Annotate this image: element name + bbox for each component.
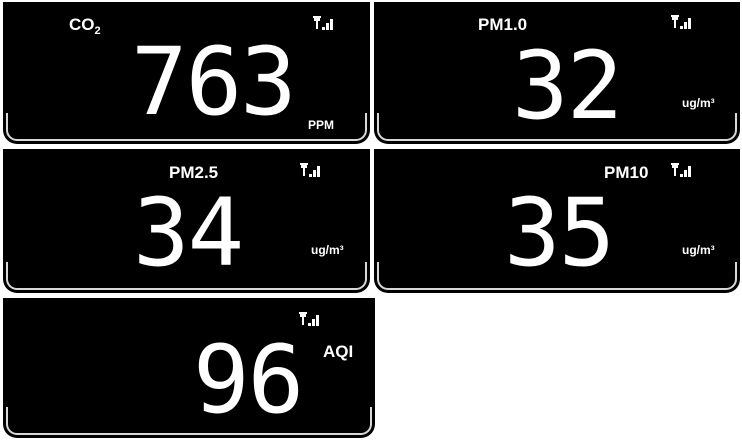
pm1-label: PM1.0 (478, 15, 528, 34)
co2-label: CO2 (69, 15, 101, 37)
pm1-panel: PM1.0 32 ug/m³ (374, 2, 740, 144)
co2-value: 763 (131, 28, 297, 137)
pm25-panel: PM2.5 34 ug/m³ (3, 149, 370, 293)
aqi-panel: 96 AQI (3, 298, 375, 438)
co2-panel: CO2 763 PPM (3, 2, 370, 144)
signal-strength-icon (671, 15, 695, 31)
aqi-unit: AQI (323, 342, 354, 361)
signal-strength-icon (299, 312, 323, 328)
signal-strength-icon (300, 163, 324, 179)
pm25-value: 34 (133, 179, 244, 288)
pm10-panel: PM10 35 ug/m³ (374, 149, 740, 293)
co2-unit: PPM (308, 118, 335, 132)
pm10-unit: ug/m³ (682, 243, 715, 257)
pm1-value: 32 (512, 32, 623, 141)
pm25-unit: ug/m³ (311, 243, 344, 257)
signal-strength-icon (313, 16, 337, 32)
pm10-value: 35 (504, 179, 615, 288)
pm1-unit: ug/m³ (682, 96, 715, 110)
signal-strength-icon (671, 163, 695, 179)
aqi-value: 96 (193, 326, 304, 435)
